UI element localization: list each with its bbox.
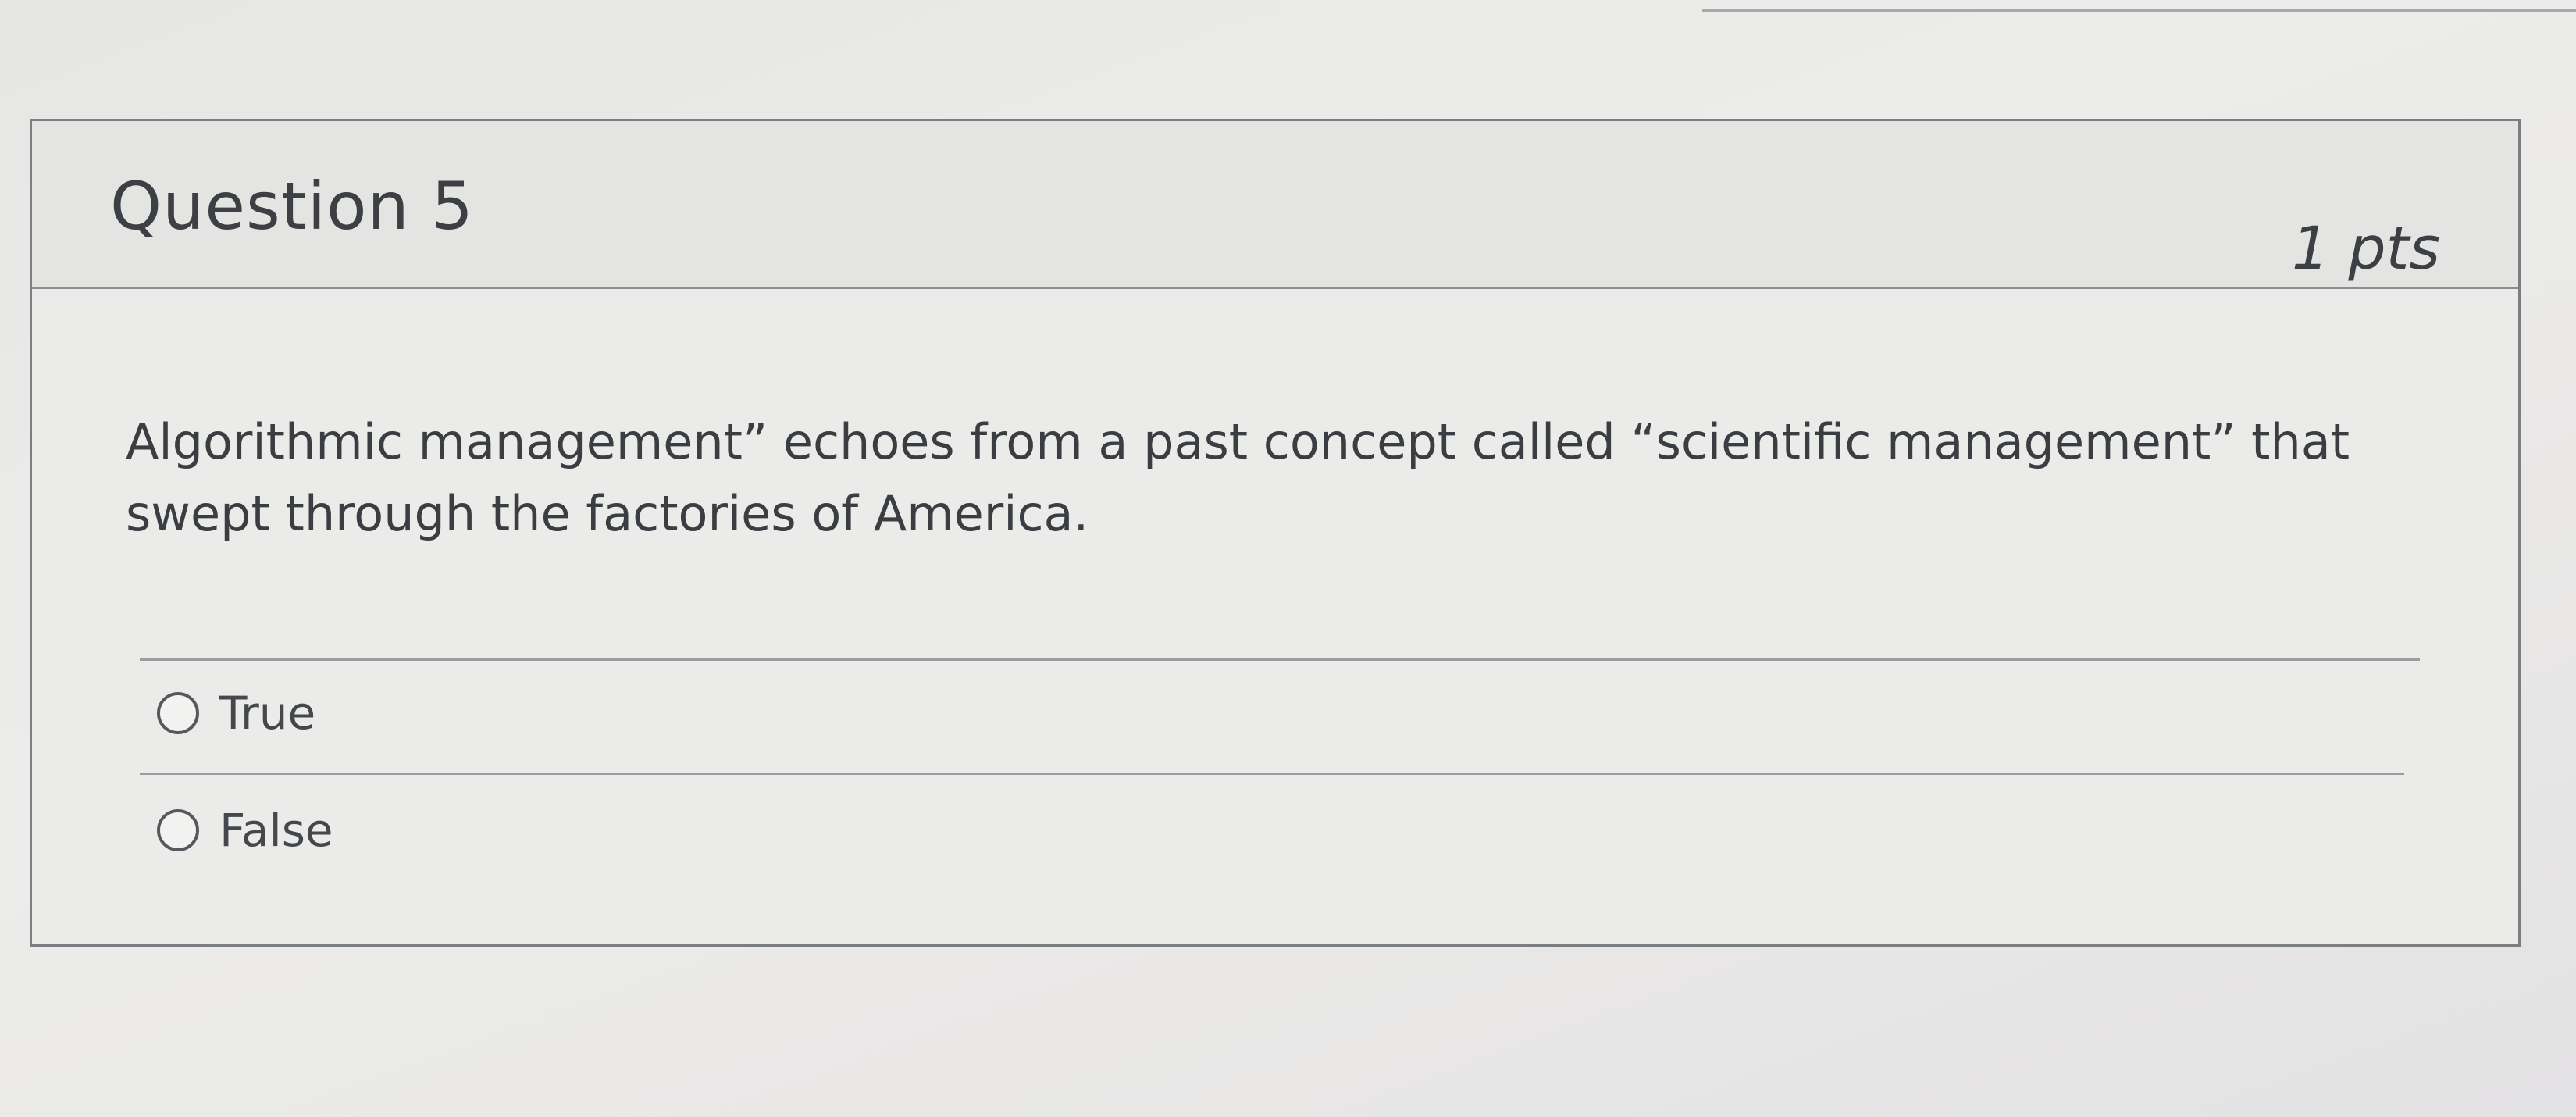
question-header: Question 5 1 pts [32,121,2518,289]
radio-button-true[interactable] [157,692,199,734]
answer-option-true[interactable]: True [157,687,315,740]
question-card: Question 5 1 pts Algorithmic management”… [30,119,2521,947]
radio-button-false[interactable] [157,809,199,851]
answer-divider-middle [140,773,2404,775]
answer-divider-top [140,658,2420,661]
question-points: 1 pts [2291,213,2440,283]
answer-label-true: True [219,687,316,740]
answer-label-false: False [219,804,333,857]
answer-option-false[interactable]: False [157,804,333,857]
question-title: Question 5 [110,168,474,244]
question-text: Algorithmic management” echoes from a pa… [126,413,2350,542]
top-panel-edge [1702,0,2576,12]
